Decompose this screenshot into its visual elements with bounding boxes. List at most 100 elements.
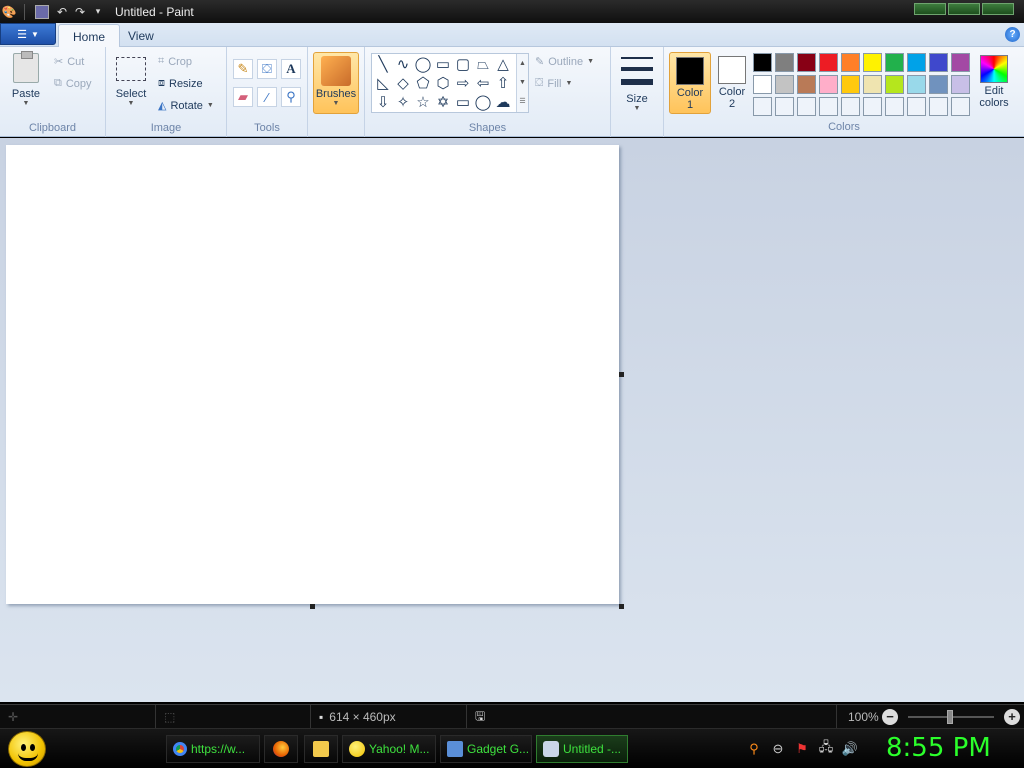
oval-shape-icon[interactable]: ◯ xyxy=(414,55,432,73)
copy-button[interactable]: ⧉ Copy xyxy=(54,77,92,90)
palette-swatch[interactable] xyxy=(753,97,772,116)
six-point-star-shape-icon[interactable]: ✡ xyxy=(434,93,452,111)
tab-view[interactable]: View xyxy=(114,24,168,47)
palette-swatch[interactable] xyxy=(885,75,904,94)
cut-button[interactable]: ✂ Cut xyxy=(54,55,84,69)
fill-button[interactable]: ⛋ Fill ▼ xyxy=(535,77,572,90)
zoom-slider-thumb[interactable] xyxy=(947,710,953,724)
right-triangle-shape-icon[interactable]: ◺ xyxy=(374,74,392,92)
redo-icon[interactable]: ↷ xyxy=(71,3,89,21)
action-center-icon[interactable]: ⚑ xyxy=(794,741,810,757)
rectangle-shape-icon[interactable]: ▭ xyxy=(434,55,452,73)
zoom-out-button[interactable]: − xyxy=(882,709,898,725)
start-button[interactable] xyxy=(8,731,46,767)
palette-swatch[interactable] xyxy=(951,53,970,72)
minus-icon[interactable]: ⊖ xyxy=(770,741,786,757)
task-folder[interactable] xyxy=(304,735,338,763)
palette-swatch[interactable] xyxy=(819,75,838,94)
search-icon[interactable]: ⚲ xyxy=(746,741,762,757)
outline-button[interactable]: ✎ Outline ▼ xyxy=(535,55,594,69)
five-point-star-shape-icon[interactable]: ☆ xyxy=(414,93,432,111)
fill-icon[interactable]: ⛋ xyxy=(257,59,277,79)
task-firefox[interactable] xyxy=(264,735,298,763)
color-picker-icon[interactable]: ⁄ xyxy=(257,87,277,107)
palette-swatch[interactable] xyxy=(797,97,816,116)
palette-swatch[interactable] xyxy=(929,53,948,72)
palette-swatch[interactable] xyxy=(841,97,860,116)
task-paint[interactable]: Untitled -... xyxy=(536,735,628,763)
clock[interactable]: 8:55 PM xyxy=(886,733,991,763)
palette-swatch[interactable] xyxy=(951,75,970,94)
palette-swatch[interactable] xyxy=(753,53,772,72)
palette-swatch[interactable] xyxy=(819,53,838,72)
brushes-button[interactable]: Brushes ▼ xyxy=(313,52,359,114)
up-arrow-shape-icon[interactable]: ⇧ xyxy=(494,74,512,92)
palette-swatch[interactable] xyxy=(753,75,772,94)
task-chrome[interactable]: https://w... xyxy=(166,735,260,763)
palette-swatch[interactable] xyxy=(907,53,926,72)
maximize-button[interactable] xyxy=(948,3,980,15)
customize-icon[interactable]: ▾ xyxy=(89,3,107,21)
left-arrow-shape-icon[interactable]: ⇦ xyxy=(474,74,492,92)
palette-swatch[interactable] xyxy=(797,53,816,72)
close-button[interactable] xyxy=(982,3,1014,15)
rotate-button[interactable]: ◭ Rotate ▼ xyxy=(158,99,214,113)
task-yahoo-messenger[interactable]: Yahoo! M... xyxy=(342,735,436,763)
palette-swatch[interactable] xyxy=(775,97,794,116)
palette-swatch[interactable] xyxy=(885,97,904,116)
drawing-canvas[interactable] xyxy=(6,145,619,604)
palette-swatch[interactable] xyxy=(907,97,926,116)
select-button[interactable]: Select ▼ xyxy=(112,53,150,107)
triangle-shape-icon[interactable]: △ xyxy=(494,55,512,73)
scroll-down-icon[interactable]: ▼ xyxy=(517,73,528,92)
polygon-shape-icon[interactable]: ⏢ xyxy=(474,55,492,73)
palette-swatch[interactable] xyxy=(775,53,794,72)
eraser-icon[interactable]: ▰ xyxy=(233,87,253,107)
palette-swatch[interactable] xyxy=(841,53,860,72)
resize-handle-bottom[interactable] xyxy=(310,604,315,609)
color1-button[interactable]: Color 1 xyxy=(669,52,711,114)
rounded-rectangle-shape-icon[interactable]: ▢ xyxy=(454,55,472,73)
oval-callout-shape-icon[interactable]: ◯ xyxy=(474,93,492,111)
edit-colors-button[interactable]: Edit colors xyxy=(977,55,1011,109)
palette-swatch[interactable] xyxy=(929,97,948,116)
size-button[interactable]: Size ▼ xyxy=(617,53,657,112)
hexagon-shape-icon[interactable]: ⬡ xyxy=(434,74,452,92)
undo-icon[interactable]: ↶ xyxy=(53,3,71,21)
four-point-star-shape-icon[interactable]: ✧ xyxy=(394,93,412,111)
diamond-shape-icon[interactable]: ◇ xyxy=(394,74,412,92)
palette-swatch[interactable] xyxy=(819,97,838,116)
paint-app-icon[interactable]: 🎨 xyxy=(0,3,18,21)
app-menu-button[interactable]: ☰ ▼ xyxy=(0,23,56,45)
palette-swatch[interactable] xyxy=(885,53,904,72)
task-gadget[interactable]: Gadget G... xyxy=(440,735,532,763)
pentagon-shape-icon[interactable]: ⬠ xyxy=(414,74,432,92)
palette-swatch[interactable] xyxy=(775,75,794,94)
pencil-icon[interactable]: ✎ xyxy=(233,59,253,79)
minimize-button[interactable] xyxy=(914,3,946,15)
palette-swatch[interactable] xyxy=(797,75,816,94)
save-icon[interactable] xyxy=(35,4,49,19)
palette-swatch[interactable] xyxy=(863,75,882,94)
scroll-up-icon[interactable]: ▲ xyxy=(517,54,528,73)
paste-button[interactable]: Paste ▼ xyxy=(6,51,46,107)
palette-swatch[interactable] xyxy=(863,53,882,72)
line-shape-icon[interactable]: ╲ xyxy=(374,55,392,73)
crop-button[interactable]: ⌗ Crop xyxy=(158,55,192,68)
palette-swatch[interactable] xyxy=(951,97,970,116)
palette-swatch[interactable] xyxy=(929,75,948,94)
curve-shape-icon[interactable]: ∿ xyxy=(394,55,412,73)
zoom-in-button[interactable]: + xyxy=(1004,709,1020,725)
cloud-callout-shape-icon[interactable]: ☁ xyxy=(494,93,512,111)
palette-swatch[interactable] xyxy=(907,75,926,94)
shapes-scrollbar[interactable]: ▲ ▼ ☰ xyxy=(516,54,528,112)
tab-home[interactable]: Home xyxy=(58,24,121,47)
gallery-expand-icon[interactable]: ☰ xyxy=(517,92,528,111)
palette-swatch[interactable] xyxy=(841,75,860,94)
magnifier-icon[interactable]: ⚲ xyxy=(281,87,301,107)
resize-handle-right[interactable] xyxy=(619,372,624,377)
right-arrow-shape-icon[interactable]: ⇨ xyxy=(454,74,472,92)
rounded-callout-shape-icon[interactable]: ▭ xyxy=(454,93,472,111)
color2-button[interactable]: Color 2 xyxy=(711,52,753,114)
help-icon[interactable]: ? xyxy=(1005,27,1020,42)
